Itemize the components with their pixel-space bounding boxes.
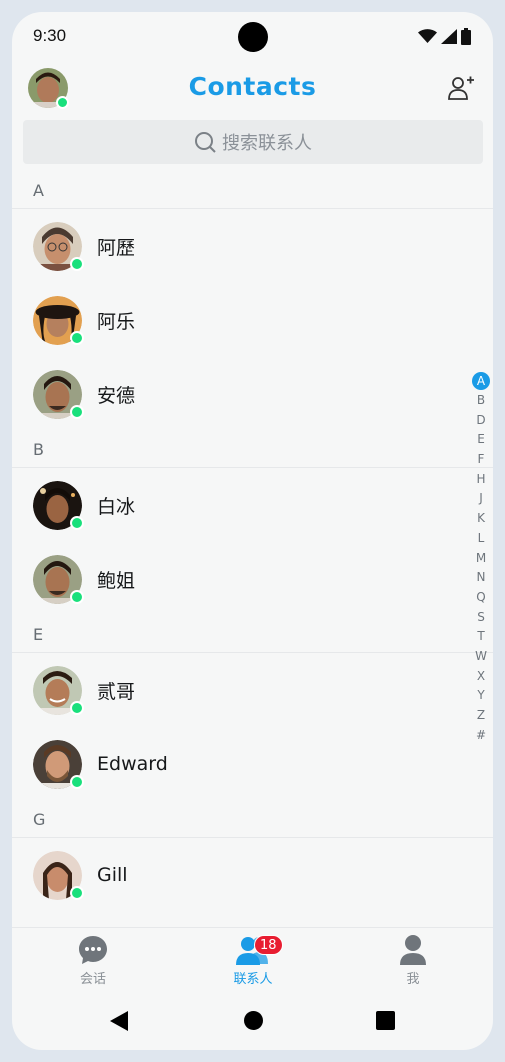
avatar <box>33 480 84 530</box>
alpha-index-letter[interactable]: H <box>472 470 490 490</box>
chat-bubble-icon <box>79 936 107 964</box>
app-header: Contacts <box>12 64 493 120</box>
alpha-index-letter[interactable]: S <box>472 608 490 628</box>
online-indicator <box>70 515 84 530</box>
contact-name: 白冰 <box>97 495 136 518</box>
alpha-index-letter[interactable]: T <box>472 627 490 647</box>
avatar <box>33 665 84 715</box>
avatar <box>33 554 84 604</box>
alpha-index-letter[interactable]: Z <box>472 706 490 726</box>
search-icon <box>195 132 216 153</box>
contact-name: 贰哥 <box>97 680 136 703</box>
contact-name: 阿乐 <box>97 310 136 333</box>
contact-name: 阿歷 <box>97 236 136 259</box>
page-title: Contacts <box>188 72 317 101</box>
alpha-index-letter[interactable]: N <box>472 568 490 588</box>
nav-tab-contacts[interactable]: 18 联系人 <box>213 934 293 987</box>
person-icon <box>400 935 426 965</box>
nav-tab-chats[interactable]: 会话 <box>53 934 133 987</box>
alpha-index-letter[interactable]: # <box>472 726 490 746</box>
signal-icon <box>441 29 457 44</box>
section-header: G <box>12 801 493 838</box>
contact-name: Gill <box>97 864 128 886</box>
nav-label: 我 <box>406 972 420 987</box>
status-icons <box>418 28 471 45</box>
section-header: E <box>12 616 493 653</box>
wifi-icon <box>418 29 437 43</box>
contact-name: Edward <box>97 753 168 775</box>
nav-label: 会话 <box>79 972 106 987</box>
section-header: A <box>12 172 493 209</box>
front-camera <box>238 22 268 52</box>
avatar <box>33 369 84 419</box>
alpha-index-letter[interactable]: E <box>472 430 490 450</box>
section-header: B <box>12 431 493 468</box>
unread-badge: 18 <box>254 935 283 955</box>
home-icon[interactable] <box>244 1011 263 1030</box>
search-input[interactable]: 搜索联系人 <box>222 129 312 155</box>
status-bar: 9:30 <box>12 12 493 60</box>
alpha-index-letter[interactable]: X <box>472 667 490 687</box>
contact-row[interactable]: 阿歷 <box>12 209 493 283</box>
contact-row[interactable]: 安德 <box>12 357 493 431</box>
alpha-index-letter[interactable]: A <box>472 372 490 390</box>
nav-tab-me[interactable]: 我 <box>373 934 453 987</box>
contact-row[interactable]: 阿乐 <box>12 283 493 357</box>
online-indicator <box>70 404 84 419</box>
online-indicator <box>70 589 84 604</box>
contact-row[interactable]: Edward <box>12 727 493 801</box>
alpha-index-letter[interactable]: J <box>472 489 490 509</box>
contact-name: 鲍姐 <box>97 569 136 592</box>
avatar <box>33 739 84 789</box>
add-contact-button[interactable] <box>447 74 475 102</box>
alpha-index-letter[interactable]: D <box>472 411 490 431</box>
online-indicator <box>70 330 84 345</box>
contact-name: 安德 <box>97 384 136 407</box>
online-indicator <box>70 256 84 271</box>
add-person-icon <box>448 76 474 100</box>
alpha-index-letter[interactable]: B <box>472 391 490 411</box>
alpha-index-letter[interactable]: Q <box>472 588 490 608</box>
contact-row[interactable]: Gill <box>12 838 493 912</box>
alpha-index-letter[interactable]: L <box>472 529 490 549</box>
online-indicator <box>70 885 84 900</box>
alpha-index-letter[interactable]: M <box>472 549 490 569</box>
bottom-nav: 会话 18 联系人 我 <box>12 927 493 989</box>
alpha-index-letter[interactable]: F <box>472 450 490 470</box>
alpha-index-letter[interactable]: Y <box>472 686 490 706</box>
nav-label: 联系人 <box>233 972 273 987</box>
avatar <box>33 850 84 900</box>
alpha-index-letter[interactable]: K <box>472 509 490 529</box>
contact-row[interactable]: 贰哥 <box>12 653 493 727</box>
avatar <box>33 295 84 345</box>
alphabet-index[interactable]: A B D E F H J K L M N Q S T W X Y Z # <box>472 372 490 745</box>
back-icon[interactable] <box>110 1011 128 1031</box>
recents-icon[interactable] <box>376 1011 395 1030</box>
search-bar[interactable]: 搜索联系人 <box>23 120 483 164</box>
online-indicator <box>70 774 84 789</box>
status-time: 9:30 <box>33 26 67 45</box>
avatar <box>33 221 84 271</box>
online-indicator <box>70 700 84 715</box>
contacts-list: A 阿歷 阿乐 安德 B 白冰 鲍姐 E 贰哥 Edward G Gill <box>12 172 493 912</box>
contact-row[interactable]: 白冰 <box>12 468 493 542</box>
contact-row[interactable]: 鲍姐 <box>12 542 493 616</box>
system-navigation-bar <box>12 989 493 1050</box>
alpha-index-letter[interactable]: W <box>472 647 490 667</box>
phone-screen: 9:30 Contacts 搜索联系人 A 阿歷 阿乐 安德 B 白冰 鲍姐 E… <box>12 12 493 1050</box>
battery-icon <box>461 28 471 45</box>
